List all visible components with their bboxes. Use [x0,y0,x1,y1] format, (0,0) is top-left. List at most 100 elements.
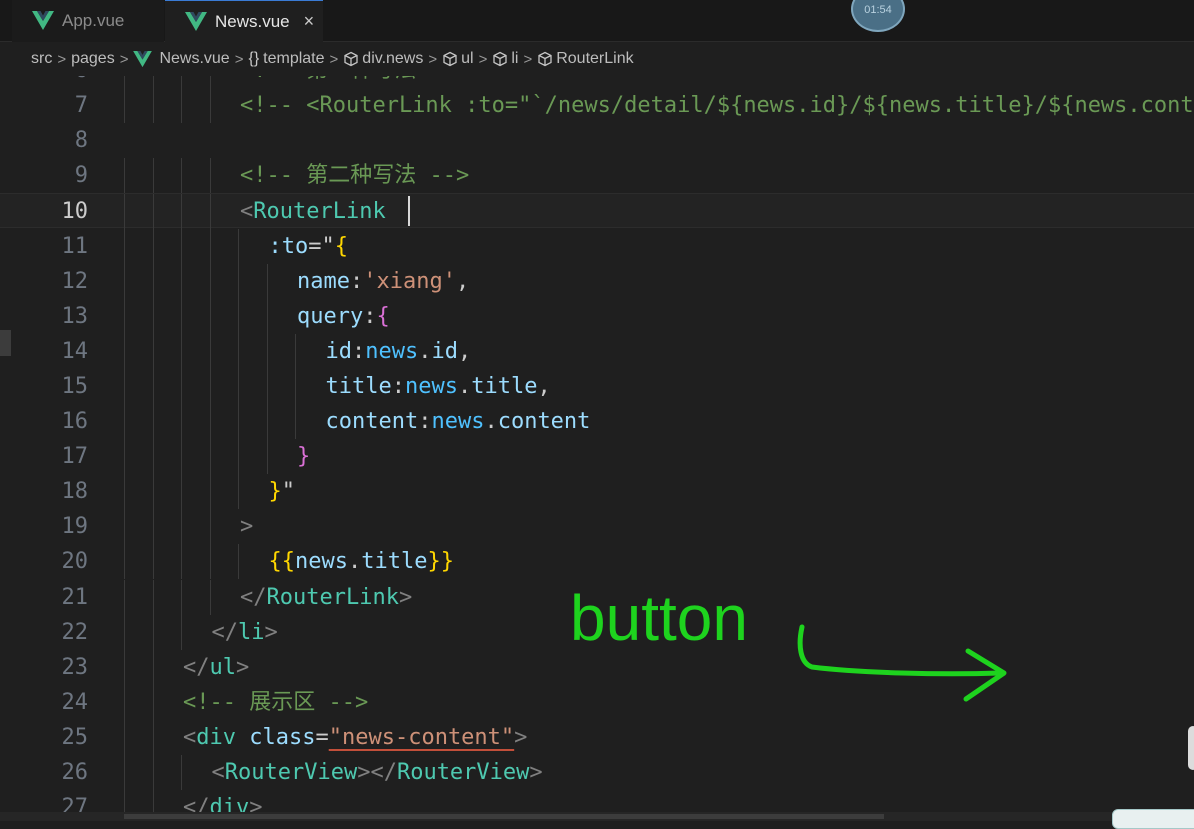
breadcrumb-template[interactable]: {} template [248,50,324,68]
indent-guide [152,228,154,264]
code-line[interactable]: 14 id:news.id, [0,333,1194,369]
code-line[interactable]: 10 <RouterLink [0,193,1194,230]
code-token: <!-- 第二种写法 --> [240,163,470,189]
code-line[interactable]: 8 [0,123,1194,158]
indent-guide [152,544,154,580]
code-token: > [357,760,371,785]
code-line[interactable]: 7 <!-- <RouterLink :to="`/news/detail/${n… [0,88,1194,124]
code-line[interactable]: 17} [0,439,1194,475]
indent-guide [152,333,154,369]
code-line[interactable]: 25 <div class="news-content"> [0,719,1194,755]
code-line[interactable]: 9 <!-- 第二种写法 --> [0,158,1194,194]
tab-news-vue[interactable]: News.vue × [165,0,323,42]
line-number: 8 [74,128,88,154]
symbol-cube-icon [493,51,507,67]
indent-guide [181,76,182,89]
code-text: <RouterLink [240,194,399,229]
indent-guide [181,544,182,580]
scrollbar-thumb[interactable] [124,814,884,819]
code-text: </RouterLink> [240,580,412,615]
breadcrumb-separator: > [234,50,244,68]
vue-icon [32,11,54,30]
line-number: 19 [61,514,89,540]
indent-guide [209,474,211,510]
indent-guide [238,544,239,580]
code-token: :to [268,233,309,259]
indent-guide [209,228,211,264]
line-number: 24 [61,689,89,715]
code-token: : [391,373,405,399]
indent-guide [124,333,125,369]
code-token: : [349,268,364,294]
indent-guide [209,509,211,545]
side-widget[interactable] [1188,726,1194,770]
code-token: > [529,760,543,785]
annotation-text: button [570,582,748,654]
breadcrumb-ul[interactable]: ul [442,50,474,68]
code-token: . [457,373,472,399]
code-token: news [404,373,458,399]
code-token: RouterView [396,760,530,785]
code-token: </ [370,760,397,785]
indent-guide [152,368,154,404]
code-line[interactable]: 11:to="{ [0,228,1194,264]
tab-app-vue[interactable]: App.vue [12,0,164,42]
code-line[interactable]: 6 <!-- 第一种写法 --> [0,76,1194,89]
code-text: </ul> [183,650,249,685]
code-token: title [471,373,538,399]
annotation-arrow-icon [797,624,1007,702]
code-token: <!-- 展示区 --> [183,689,369,715]
line-number: 16 [61,409,89,434]
indent-guide [124,614,125,650]
breadcrumb-src[interactable]: src [31,50,52,68]
indent-guide [124,368,125,404]
indent-guide [209,88,211,124]
code-text: name:'xiang', [297,264,469,299]
code-token: RouterLink [253,199,386,225]
code-token: {{ [268,549,296,575]
indent-guide [124,509,125,545]
code-token: news [295,549,348,575]
code-token: news [431,409,485,434]
code-line[interactable]: 18}" [0,474,1194,510]
code-token: > [514,724,528,750]
code-token: title [361,549,428,575]
line-number: 6 [0,76,88,88]
breadcrumb-li[interactable]: li [492,50,518,68]
braces-icon: {} [248,50,260,67]
indent-guide [295,333,296,369]
breadcrumb-ul-label: ul [461,50,474,67]
indent-guide [209,544,211,580]
indent-guide [238,333,239,369]
breadcrumb-pages[interactable]: pages [71,50,115,68]
recording-timer-badge: 01:54 [851,0,905,32]
line-number: 20 [61,549,89,575]
code-line[interactable]: 26 <RouterView></RouterView> [0,755,1194,791]
code-line[interactable]: 12 name:'xiang', [0,263,1194,299]
code-line[interactable]: 19 > [0,509,1194,545]
breadcrumb-div-news[interactable]: div.news [343,50,423,68]
indent-guide [152,509,154,545]
indent-guide [124,88,125,124]
code-line[interactable]: 20 {{news.title}} [0,544,1194,580]
code-token: , [455,268,470,294]
indent-guide [181,228,182,264]
code-line[interactable]: 13 query:{ [0,298,1194,334]
breadcrumb-file[interactable]: News.vue [133,50,230,68]
floating-widget[interactable] [1112,809,1194,829]
code-line[interactable]: 15 title:news.title, [0,368,1194,404]
code-token: = [308,233,322,259]
indent-guide [124,158,125,194]
breadcrumb-separator: > [119,50,129,68]
code-text: <!-- 第一种写法 --> [240,76,469,88]
code-text: title:news.title, [326,369,551,404]
indent-guide [152,755,154,791]
close-icon[interactable]: × [304,11,315,32]
line-number: 14 [61,338,89,364]
tab-label: News.vue [215,11,290,31]
code-line[interactable]: 16 content:news.content [0,404,1194,440]
code-token: </ [211,619,239,645]
breadcrumb-routerlink[interactable]: RouterLink [537,50,634,68]
vue-icon [185,11,207,31]
